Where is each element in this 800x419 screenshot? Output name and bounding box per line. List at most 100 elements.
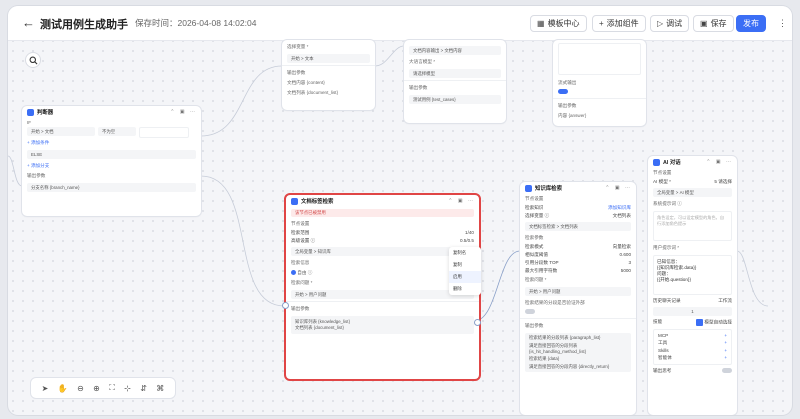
publish-button[interactable]: 发布	[736, 15, 766, 32]
debug-button[interactable]: ▷ 调试	[650, 15, 690, 32]
judge-node[interactable]: 判断器 ⌃ ▣ ⋯ IF 开始 > 文档 不为空 + 添加条件 ELSE + 添…	[22, 106, 201, 216]
more-icon[interactable]: ⋮	[778, 18, 787, 29]
if-label: IF	[27, 120, 32, 125]
out-param-1: 检索结果的分段列表 {paragraph_list}	[529, 335, 601, 340]
user-prompt-label: 用户提示词 *	[653, 245, 680, 250]
ai-chat-icon	[653, 158, 660, 166]
minimap-icon[interactable]: ⌘	[156, 384, 164, 393]
search-button[interactable]	[25, 52, 41, 68]
output-thinking-toggle[interactable]	[722, 368, 732, 373]
threshold-label: 相似度阈值	[525, 252, 548, 257]
history-option[interactable]: 工作流	[718, 298, 732, 304]
auto-select-label: 模型自动选择	[704, 319, 732, 325]
maxchars-label: 最大引用字符数	[525, 268, 558, 273]
save-button[interactable]: ▣ 保存	[693, 15, 734, 32]
threshold-value: 0.600	[619, 252, 632, 257]
tools-list: MCP + 工具 + Skills + 智能体 +	[653, 329, 732, 365]
user-prompt-input[interactable]: 已知信息： {{知识库检索.data}} 问题： {{开始.question}}	[653, 255, 732, 295]
menu-item-copy-name[interactable]: 复制名	[449, 247, 481, 259]
model-label: AI 模型 *	[653, 179, 671, 184]
fit-view-icon[interactable]: ⛶	[109, 383, 115, 393]
ai-chat-node[interactable]: AI 对话 ⌃ ▣ ⋯ 节点设置 AI 模型 * 5 请选择 全局变量 > AI …	[648, 156, 737, 415]
menu-item-copy[interactable]: 复制	[449, 259, 481, 271]
hand-icon[interactable]: ✋	[58, 384, 68, 393]
node-controls-icon[interactable]: ⌃ ▣ ⋯	[170, 109, 197, 115]
scope-value: 1/40	[465, 230, 474, 235]
out-param-1: 分支名称 {branch_name}	[27, 183, 196, 192]
select-var-field[interactable]: 文档标签检索 > 文档列表	[525, 222, 631, 231]
input-port[interactable]	[282, 302, 289, 309]
out-params-label: 输出参数	[27, 173, 46, 178]
text-area[interactable]	[558, 43, 641, 75]
add-component-button[interactable]: + 添加组件	[592, 15, 646, 32]
tool-item-skills: Skills	[658, 348, 669, 353]
select-var-option[interactable]: 文档列表	[613, 213, 631, 219]
system-prompt-label: 系统提示词 ⓘ	[653, 201, 682, 206]
model-select[interactable]: 请选择模型	[409, 69, 501, 78]
params-label: 检索参数	[525, 235, 544, 240]
history-stepper[interactable]: 1	[653, 307, 732, 316]
node-top-b[interactable]: 文档内容输出 > 文档内容 大语言模型 * 请选择模型 输出参数 测试用例 {t…	[404, 40, 506, 123]
pointer-icon[interactable]: ➤	[42, 384, 49, 393]
tool-item-mcp: MCP	[658, 333, 669, 338]
out-param-3: 检索结果 {data}	[529, 356, 560, 361]
advanced-value: 0.5/0.5	[459, 238, 474, 243]
auto-select-checkbox[interactable]	[696, 319, 704, 326]
zoom-out-icon[interactable]: ⊖	[77, 384, 84, 393]
question-field[interactable]: 开始 > 用户问题	[525, 287, 631, 296]
node-title: AI 对话	[663, 160, 681, 166]
verify-toggle[interactable]	[525, 309, 535, 314]
back-arrow-icon[interactable]: ←	[22, 15, 35, 30]
output-port[interactable]	[474, 319, 481, 326]
cond-op-field[interactable]: 不为空	[98, 127, 136, 136]
free-radio-label: 自由 ⓘ	[297, 270, 313, 275]
out-param-1: 测试用例 {test_cases}	[409, 95, 501, 104]
kb-search-icon	[525, 184, 532, 192]
free-radio[interactable]	[291, 270, 296, 276]
save-icon: ▣	[700, 19, 708, 28]
cond-left-field[interactable]: 开始 > 文档	[27, 127, 95, 136]
out-params-box: 检索结果的分段列表 {paragraph_list} 满足直接回答的分段列表 {…	[525, 333, 631, 372]
plus-icon: +	[599, 19, 604, 28]
mode-label: 检索模式	[525, 244, 544, 249]
stream-toggle[interactable]	[558, 89, 568, 94]
add-kb-link[interactable]: 添加知识库	[608, 205, 631, 211]
add-tool-icon[interactable]: +	[724, 333, 727, 338]
stream-label: 流式输出	[558, 80, 577, 85]
menu-item-enable[interactable]: 启用	[449, 271, 481, 283]
system-prompt-input[interactable]: 角色设定，可以设定模型的角色，自行添加角色提示	[653, 211, 732, 241]
add-condition-link[interactable]: + 添加条件	[22, 138, 201, 148]
tools-label: 技能	[653, 319, 663, 324]
kb-search-node[interactable]: 知识库检索 ⌃ ▣ ⋯ 节点设置 检索知识 添加知识库 选择变量 ⓘ 文档列表 文档…	[520, 182, 636, 415]
layout-icon[interactable]: ⊹	[124, 384, 131, 393]
out-param-2: 文档列表 {document_list}	[295, 325, 344, 330]
model-option[interactable]: 5 请选择	[714, 179, 732, 185]
search-icon	[29, 56, 37, 64]
knowledge-var-field[interactable]: 全局变量 > 知识库	[291, 247, 474, 256]
question-field[interactable]: 开始 > 用户问题	[291, 290, 474, 299]
node-title: 文档标签检索	[301, 199, 334, 205]
cond-value-field[interactable]	[139, 127, 189, 138]
topn-label: 引用分段数 TOP	[525, 260, 559, 265]
template-icon: ▦	[537, 19, 545, 28]
template-center-button[interactable]: ▦ 模板中心	[530, 15, 587, 32]
add-tool-icon[interactable]: +	[724, 355, 727, 361]
tool-item-agent: 智能体	[658, 355, 672, 360]
node-controls-icon[interactable]: ⌃ ▣ ⋯	[448, 198, 475, 204]
out-param-4: 满足直接回答的分段内容 {directly_return}	[529, 364, 610, 369]
arrange-icon[interactable]: ⇵	[140, 384, 147, 393]
node-top-c[interactable]: 流式输出 输出参数 内容 {answer}	[553, 40, 646, 126]
node-controls-icon[interactable]: ⌃ ▣ ⋯	[605, 185, 632, 191]
node-controls-icon[interactable]: ⌃ ▣ ⋯	[706, 159, 733, 165]
out-params-label: 输出参数	[409, 85, 428, 90]
input-var-field[interactable]: 文档内容输出 > 文档内容	[409, 46, 501, 55]
zoom-in-icon[interactable]: ⊕	[93, 384, 100, 393]
out-param-2: 满足直接回答的分段列表 {is_hit_handling_method_list…	[529, 343, 587, 354]
select-var-field[interactable]: 开始 > 文本	[287, 54, 370, 63]
model-field[interactable]: 全局变量 > AI 模型	[653, 188, 732, 197]
add-branch-link[interactable]: + 添加分支	[22, 161, 201, 171]
menu-item-delete[interactable]: 删除	[449, 283, 481, 295]
node-top-a[interactable]: 选择变量 * 开始 > 文本 输出参数 文档内容 {content} 文档列表 …	[282, 40, 375, 110]
add-tool-icon[interactable]: +	[724, 340, 727, 346]
add-tool-icon[interactable]: +	[724, 348, 727, 353]
